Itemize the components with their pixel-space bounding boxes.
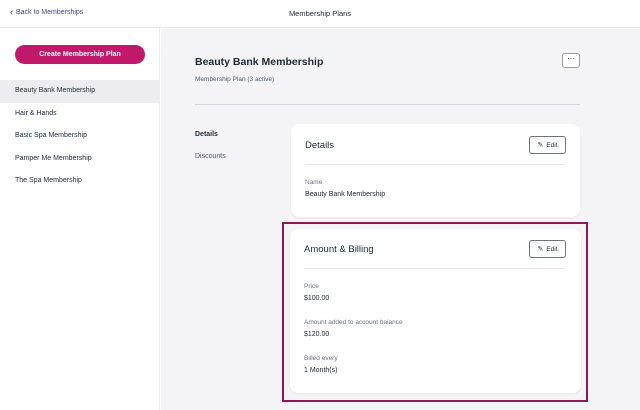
details-card-title: Details <box>305 140 335 151</box>
sidebar: Create Membership Plan Beauty Bank Membe… <box>0 28 160 410</box>
name-value: Beauty Bank Membership <box>305 191 386 198</box>
sidebar-item-the-spa[interactable]: The Spa Membership <box>0 170 160 193</box>
plan-title: Beauty Bank Membership <box>195 56 324 68</box>
price-label: Price <box>304 283 319 290</box>
details-card: Details ✎ Edit Name Beauty Bank Membersh… <box>291 124 580 217</box>
sidebar-item-pamper-me[interactable]: Pamper Me Membership <box>0 148 160 171</box>
sidebar-item-beauty-bank[interactable]: Beauty Bank Membership <box>0 80 160 103</box>
sidebar-item-basic-spa[interactable]: Basic Spa Membership <box>0 125 160 148</box>
billed-every-value: 1 Month(s) <box>304 367 338 374</box>
sidebar-item-hair-hands[interactable]: Hair & Hands <box>0 103 160 126</box>
card-divider <box>305 164 565 165</box>
pencil-icon: ✎ <box>537 246 544 253</box>
plan-subtitle: Membership Plan (3 active) <box>195 76 275 83</box>
card-divider <box>304 268 564 269</box>
details-edit-button[interactable]: ✎ Edit <box>529 136 566 154</box>
create-membership-plan-button[interactable]: Create Membership Plan <box>15 45 145 64</box>
edit-label: Edit <box>546 245 558 253</box>
name-label: Name <box>305 179 323 186</box>
balance-label: Amount added to account balance <box>304 319 403 326</box>
balance-value: $120.00 <box>304 331 330 338</box>
pencil-icon: ✎ <box>537 142 544 149</box>
billing-edit-button[interactable]: ✎ Edit <box>529 240 566 258</box>
billing-card-title: Amount & Billing <box>304 244 374 255</box>
tab-discounts[interactable]: Discounts <box>195 153 226 160</box>
top-bar: ‹ Back to Memberships Membership Plans <box>0 0 640 28</box>
sidebar-nav: Beauty Bank Membership Hair & Hands Basi… <box>0 80 160 193</box>
tab-details[interactable]: Details <box>195 131 218 138</box>
page-title: Membership Plans <box>288 9 352 18</box>
main-content: Beauty Bank Membership Membership Plan (… <box>161 29 640 410</box>
billed-every-label: Billed every <box>304 355 338 362</box>
price-value: $100.00 <box>304 295 330 302</box>
amount-billing-card: Amount & Billing ✎ Edit Price $100.00 Am… <box>290 229 581 393</box>
more-options-button[interactable]: ··· <box>562 53 580 68</box>
edit-label: Edit <box>546 141 558 149</box>
header-divider <box>195 104 580 105</box>
ellipsis-icon: ··· <box>567 54 575 63</box>
